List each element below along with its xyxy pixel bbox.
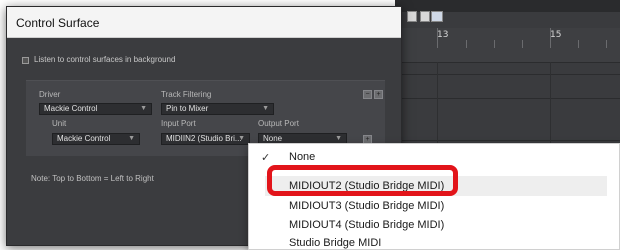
output-port-dropdown: ✓ None MIDIOUT2 (Studio Bridge MIDI) MID… [248,143,620,250]
menu-item-none[interactable]: ✓ None [249,147,607,167]
ruler-tick [437,28,438,48]
output-port-value: None [263,134,283,143]
track-filtering-select[interactable]: Pin to Mixer ▼ [161,103,274,115]
ruler-tick [466,40,467,48]
unit-header: Unit [52,119,67,128]
track-filtering-header: Track Filtering [161,90,212,99]
ruler-tick [606,40,607,48]
track-lane-divider [395,98,620,99]
menu-item-midiout3[interactable]: MIDIOUT3 (Studio Bridge MIDI) [249,196,607,216]
add-surface-button[interactable]: + [374,90,383,99]
timeline-ruler[interactable] [395,28,620,62]
output-port-header: Output Port [258,119,299,128]
ruler-tick [550,28,551,48]
listen-background-label: Listen to control surfaces in background [34,55,176,64]
dialog-titlebar[interactable]: Control Surface [7,7,401,38]
input-port-select[interactable]: MIDIIN2 (Studio Bri... ▼ [161,133,250,145]
chevron-down-icon: ▼ [128,135,135,142]
track-lane-divider [395,62,620,63]
unit-select[interactable]: Mackie Control ▼ [52,133,140,145]
track-lane-divider [395,74,620,75]
listen-background-checkbox[interactable] [22,57,29,64]
pointer-tool-icon[interactable] [431,11,443,22]
unit-select-value: Mackie Control [57,134,111,143]
bar-number-15: 15 [550,30,562,40]
menu-item-label: None [289,151,316,163]
bar-number-13: 13 [437,30,449,40]
menu-item-label: Studio Bridge MIDI [289,237,382,249]
chevron-down-icon: ▼ [140,105,147,112]
chevron-down-icon: ▼ [238,135,245,142]
input-port-header: Input Port [161,119,196,128]
annotation-highlight-ring [267,165,458,196]
track-filtering-value: Pin to Mixer [166,104,209,113]
check-icon: ✓ [261,152,271,164]
menu-item-studio-bridge-midi[interactable]: Studio Bridge MIDI [249,233,607,250]
ruler-tick [522,40,523,48]
ordering-note: Note: Top to Bottom = Left to Right [31,174,154,183]
ruler-tick [494,40,495,48]
track-lane-divider [395,140,620,141]
driver-header: Driver [39,90,61,99]
toolbar-toggle-button[interactable] [420,11,430,22]
menu-item-midiout4[interactable]: MIDIOUT4 (Studio Bridge MIDI) [249,215,607,235]
chevron-down-icon: ▼ [262,105,269,112]
driver-select[interactable]: Mackie Control ▼ [39,103,152,115]
driver-select-value: Mackie Control [44,104,98,113]
dialog-title: Control Surface [16,16,100,30]
input-port-value: MIDIIN2 (Studio Bri... [166,134,242,143]
remove-surface-button[interactable]: − [363,90,372,99]
menu-item-label: MIDIOUT4 (Studio Bridge MIDI) [289,219,445,231]
menu-item-label: MIDIOUT3 (Studio Bridge MIDI) [289,200,445,212]
toolbar-toggle-button[interactable] [407,11,417,22]
ruler-tick [578,40,579,48]
